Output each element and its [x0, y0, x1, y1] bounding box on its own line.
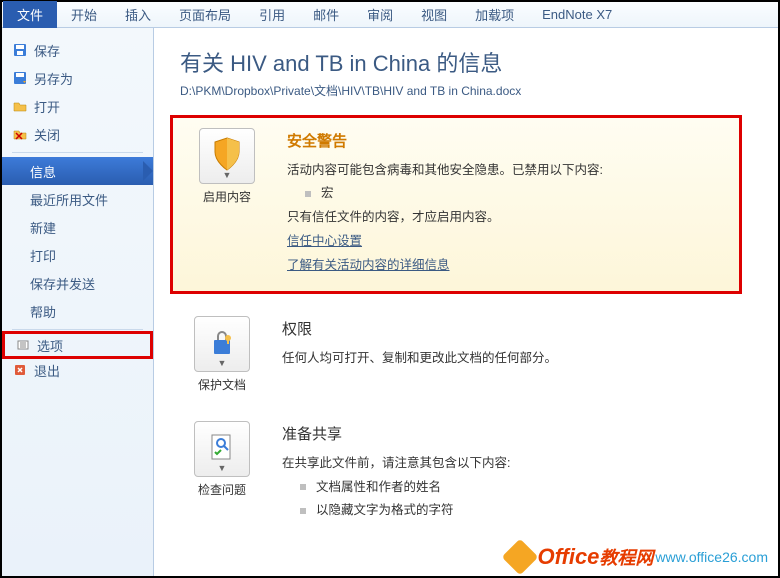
- bullet-icon: [300, 484, 306, 490]
- sidebar-print[interactable]: 打印: [2, 241, 153, 269]
- sidebar-options[interactable]: 选项: [2, 331, 153, 359]
- bullet-icon: [300, 508, 306, 514]
- sidebar-item-label: 保存: [34, 41, 60, 60]
- watermark-icon: [502, 539, 539, 576]
- sidebar-saveas[interactable]: 另存为: [2, 64, 153, 92]
- sidebar-item-label: 打开: [34, 97, 60, 116]
- share-item: 以隐藏文字为格式的字符: [316, 499, 454, 523]
- tab-references[interactable]: 引用: [245, 1, 299, 28]
- sidebar-item-label: 保存并发送: [30, 274, 95, 293]
- sidebar-info[interactable]: 信息: [2, 157, 153, 185]
- sidebar-open[interactable]: 打开: [2, 92, 153, 120]
- close-icon: [12, 126, 28, 142]
- backstage-sidebar: 保存 另存为 打开 关闭 信息 最近所用文件 新建 打印 保存并发送 帮助 选项…: [2, 28, 154, 576]
- share-text: 在共享此文件前，请注意其包含以下内容:: [282, 452, 752, 476]
- watermark: Office 教程网 www.office26.com: [507, 544, 768, 570]
- watermark-suffix: 教程网: [599, 544, 653, 570]
- sidebar-help[interactable]: 帮助: [2, 297, 153, 325]
- sidebar-item-label: 最近所用文件: [30, 190, 108, 209]
- permissions-heading: 权限: [282, 316, 752, 345]
- permissions-section: ▼ 保护文档 权限 任何人均可打开、复制和更改此文档的任何部分。: [180, 316, 752, 393]
- check-issues-label: 检查问题: [180, 481, 264, 498]
- protect-document-label: 保护文档: [180, 376, 264, 393]
- sidebar-item-label: 关闭: [34, 125, 60, 144]
- watermark-url: www.office26.com: [655, 549, 768, 565]
- sidebar-close[interactable]: 关闭: [2, 120, 153, 148]
- saveas-icon: [12, 70, 28, 86]
- sidebar-separator: [12, 329, 143, 330]
- learn-more-link[interactable]: 了解有关活动内容的详细信息: [287, 258, 450, 272]
- chevron-down-icon: ▼: [218, 358, 227, 368]
- tab-insert[interactable]: 插入: [111, 1, 165, 28]
- sidebar-save-send[interactable]: 保存并发送: [2, 269, 153, 297]
- bullet-icon: [305, 191, 311, 197]
- ribbon-tab-bar: 文件 开始 插入 页面布局 引用 邮件 审阅 视图 加载项 EndNote X7: [2, 2, 778, 28]
- protect-document-button[interactable]: ▼: [194, 316, 250, 372]
- sidebar-item-label: 新建: [30, 218, 56, 237]
- sidebar-save[interactable]: 保存: [2, 36, 153, 64]
- inspect-icon: [206, 431, 238, 468]
- sidebar-item-label: 帮助: [30, 302, 56, 321]
- sidebar-new[interactable]: 新建: [2, 213, 153, 241]
- file-tab[interactable]: 文件: [3, 1, 57, 28]
- share-section: ▼ 检查问题 准备共享 在共享此文件前，请注意其包含以下内容: 文档属性和作者的…: [180, 421, 752, 523]
- permissions-text: 任何人均可打开、复制和更改此文档的任何部分。: [282, 347, 752, 371]
- tab-home[interactable]: 开始: [57, 1, 111, 28]
- sidebar-recent[interactable]: 最近所用文件: [2, 185, 153, 213]
- save-icon: [12, 42, 28, 58]
- lock-icon: [206, 326, 238, 363]
- sidebar-item-label: 退出: [34, 361, 60, 380]
- options-icon: [15, 337, 31, 353]
- security-text: 只有信任文件的内容，才应启用内容。: [287, 206, 727, 230]
- share-heading: 准备共享: [282, 421, 752, 450]
- exit-icon: [12, 362, 28, 378]
- security-heading: 安全警告: [287, 128, 727, 157]
- enable-content-label: 启用内容: [185, 188, 269, 205]
- main-pane: 有关 HIV and TB in China 的信息 D:\PKM\Dropbo…: [154, 28, 778, 576]
- tab-page-layout[interactable]: 页面布局: [165, 1, 245, 28]
- security-warning-box: ▼ 启用内容 安全警告 活动内容可能包含病毒和其他安全隐患。已禁用以下内容: 宏…: [170, 115, 742, 294]
- file-path: D:\PKM\Dropbox\Private\文档\HIV\TB\HIV and…: [180, 82, 752, 99]
- tab-view[interactable]: 视图: [407, 1, 461, 28]
- sidebar-item-label: 另存为: [34, 69, 73, 88]
- tab-review[interactable]: 审阅: [353, 1, 407, 28]
- tab-endnote[interactable]: EndNote X7: [528, 3, 626, 26]
- share-item: 文档属性和作者的姓名: [316, 476, 441, 500]
- page-title: 有关 HIV and TB in China 的信息: [180, 46, 752, 78]
- sidebar-item-label: 选项: [37, 336, 63, 355]
- sidebar-exit[interactable]: 退出: [2, 356, 153, 384]
- security-item: 宏: [321, 182, 334, 206]
- tab-addins[interactable]: 加载项: [461, 1, 528, 28]
- enable-content-button[interactable]: ▼: [199, 128, 255, 184]
- check-issues-button[interactable]: ▼: [194, 421, 250, 477]
- watermark-brand: Office: [537, 544, 599, 570]
- chevron-down-icon: ▼: [218, 463, 227, 473]
- tab-mail[interactable]: 邮件: [299, 1, 353, 28]
- trust-center-link[interactable]: 信任中心设置: [287, 234, 362, 248]
- sidebar-item-label: 打印: [30, 246, 56, 265]
- sidebar-item-label: 信息: [30, 162, 56, 181]
- security-text: 活动内容可能包含病毒和其他安全隐患。已禁用以下内容:: [287, 159, 727, 183]
- open-icon: [12, 98, 28, 114]
- sidebar-separator: [12, 152, 143, 153]
- chevron-down-icon: ▼: [223, 170, 232, 180]
